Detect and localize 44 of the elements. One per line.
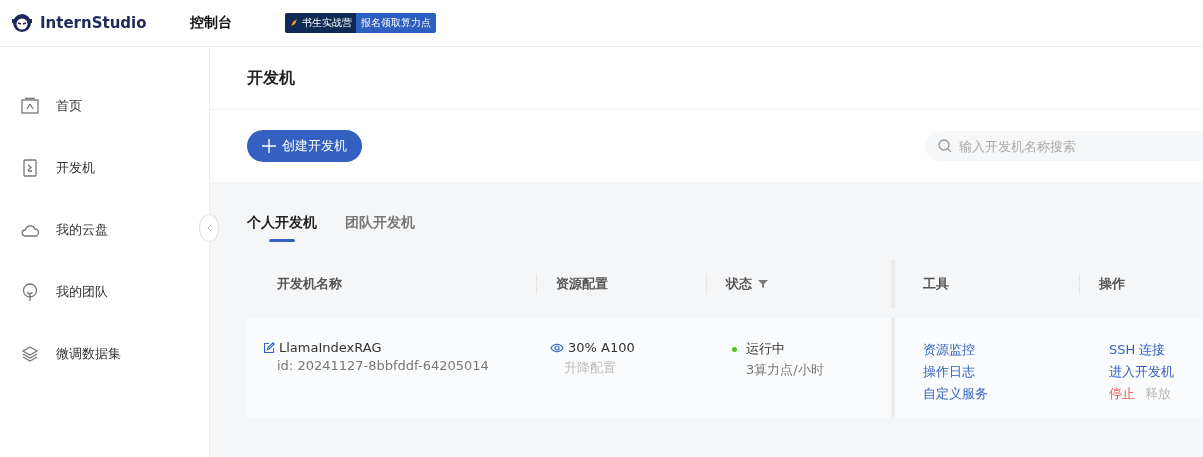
action-link[interactable]: 停止 bbox=[1109, 384, 1135, 403]
tool-link[interactable]: 操作日志 bbox=[923, 362, 1079, 381]
tree-icon bbox=[20, 282, 40, 302]
column-header: 操作 bbox=[1079, 260, 1203, 308]
terminal-icon bbox=[20, 158, 40, 178]
sidebar-item[interactable]: 我的云盘 bbox=[0, 199, 209, 261]
promo-text: 报名领取算力点 bbox=[356, 13, 436, 33]
tool-link[interactable]: 自定义服务 bbox=[923, 384, 1079, 403]
column-header: 工具 bbox=[891, 260, 1079, 308]
tool-link[interactable]: 资源监控 bbox=[923, 340, 1079, 359]
eye-icon bbox=[550, 341, 564, 354]
chevron-left-icon bbox=[206, 224, 212, 232]
plus-icon bbox=[262, 139, 276, 153]
tab[interactable]: 个人开发机 bbox=[247, 214, 317, 245]
promo-text: 书生实战营 bbox=[302, 16, 352, 30]
search-field[interactable]: 输入开发机名称搜索 bbox=[925, 131, 1203, 161]
column-header: 状态 bbox=[706, 260, 891, 308]
brand-name: InternStudio bbox=[40, 14, 147, 32]
mascot-logo-icon bbox=[10, 11, 34, 35]
machine-name: LlamaIndexRAG bbox=[279, 340, 382, 355]
status-dot bbox=[732, 346, 737, 352]
machine-id: id: 20241127-8bbfddf-64205014 bbox=[276, 358, 490, 373]
edit-icon[interactable] bbox=[263, 341, 275, 354]
cost-text: 3算力点/小时 bbox=[745, 361, 825, 379]
column-header: 资源配置 bbox=[536, 260, 706, 308]
column-header: 开发机名称 bbox=[276, 275, 343, 293]
sidebar-item[interactable]: 首页 bbox=[0, 75, 209, 137]
search-icon bbox=[938, 139, 952, 153]
resource-spec: 30% A100 bbox=[568, 340, 635, 355]
sidebar-item[interactable]: 我的团队 bbox=[0, 261, 209, 323]
page-title: 开发机 bbox=[247, 67, 295, 89]
layers-icon bbox=[20, 344, 40, 364]
monitor-icon bbox=[20, 96, 40, 116]
nav-link[interactable]: 控制台 bbox=[190, 14, 285, 32]
promo-banner[interactable]: 书生实战营 报名领取算力点 bbox=[285, 13, 436, 33]
action-link[interactable]: SSH 连接 bbox=[1109, 340, 1203, 359]
tab[interactable]: 团队开发机 bbox=[345, 214, 415, 245]
status-text: 运行中 bbox=[746, 340, 785, 358]
sidebar-item[interactable]: 微调数据集 bbox=[0, 323, 209, 385]
create-button[interactable]: 创建开发机 bbox=[247, 130, 362, 162]
sidebar-item[interactable]: 开发机 bbox=[0, 137, 209, 199]
filter-icon[interactable] bbox=[758, 279, 768, 289]
action-link[interactable]: 进入开发机 bbox=[1109, 362, 1203, 381]
rocket-icon bbox=[289, 18, 299, 28]
